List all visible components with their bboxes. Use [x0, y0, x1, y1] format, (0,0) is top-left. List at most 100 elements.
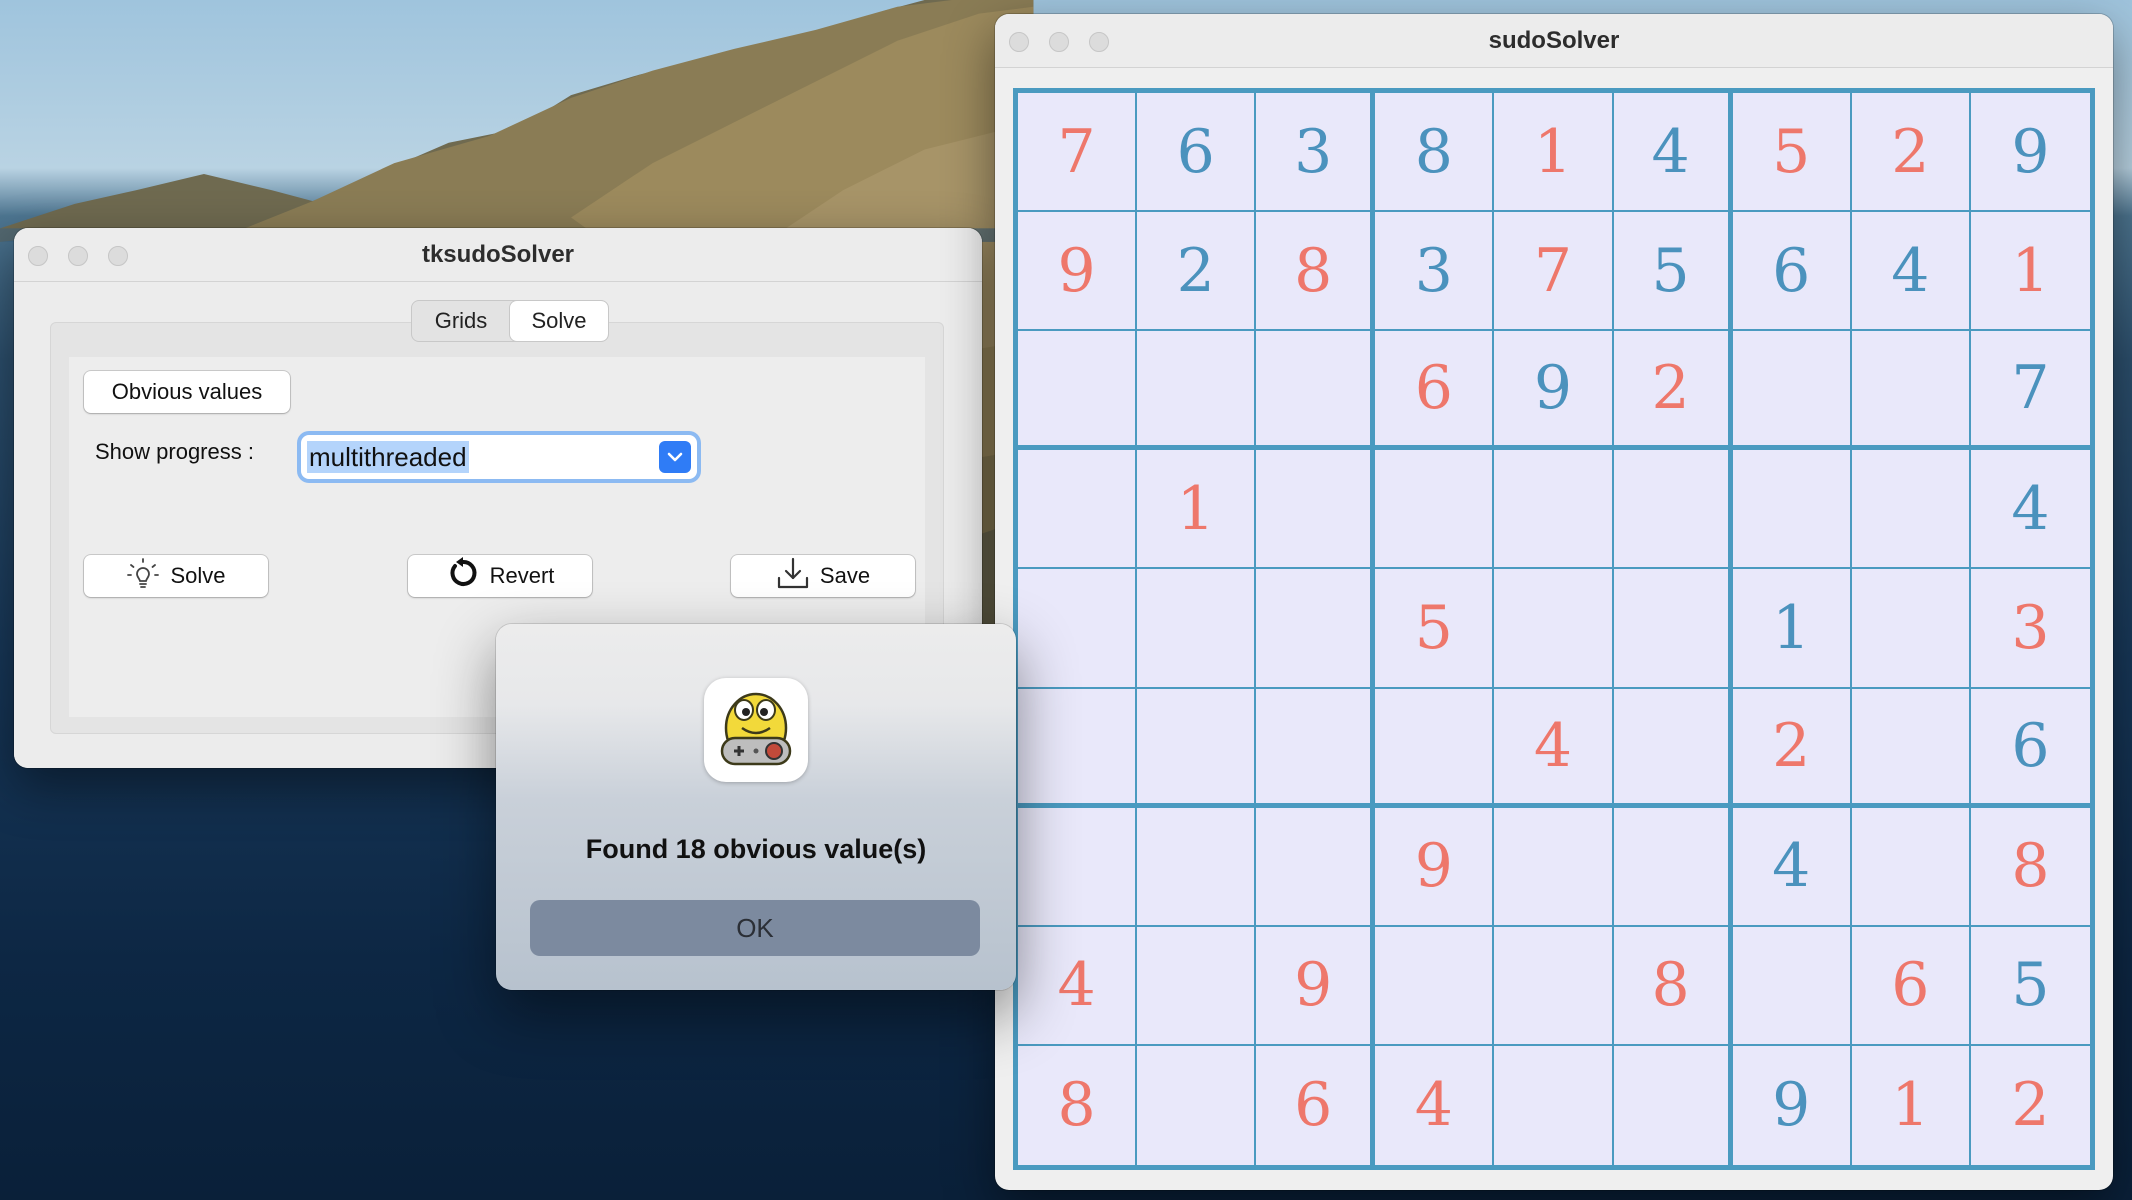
grid-cell[interactable] [1018, 688, 1138, 808]
grid-cell[interactable]: 4 [1970, 450, 2090, 570]
grid-cell[interactable] [1851, 450, 1971, 570]
grid-cell[interactable]: 4 [1375, 1045, 1495, 1165]
grid-cell[interactable] [1256, 569, 1376, 689]
lightbulb-icon [126, 556, 160, 596]
grid-cell[interactable] [1137, 331, 1257, 451]
grid-cell[interactable]: 2 [1732, 688, 1852, 808]
grid-cell[interactable]: 1 [1732, 569, 1852, 689]
grid-cell[interactable]: 5 [1732, 93, 1852, 213]
grid-cell[interactable] [1851, 331, 1971, 451]
grid-cell[interactable] [1494, 807, 1614, 927]
grid-cell[interactable]: 8 [1613, 926, 1733, 1046]
grid-cell[interactable] [1256, 450, 1376, 570]
grid-cell[interactable] [1613, 688, 1733, 808]
grid-cell[interactable]: 3 [1375, 212, 1495, 332]
grid-cell[interactable]: 4 [1018, 926, 1138, 1046]
grid-cell[interactable]: 8 [1018, 1045, 1138, 1165]
grid-cell[interactable]: 9 [1018, 212, 1138, 332]
grid-cell[interactable] [1613, 569, 1733, 689]
grid-cell[interactable]: 9 [1375, 807, 1495, 927]
grid-cell[interactable]: 4 [1732, 807, 1852, 927]
sudosolver-window: sudoSolver 76381452992837564169271451342… [995, 14, 2113, 1190]
grid-cell[interactable]: 1 [1970, 212, 2090, 332]
grid-cell[interactable] [1137, 688, 1257, 808]
grid-cell[interactable]: 2 [1971, 1046, 2090, 1165]
grid-cell[interactable] [1732, 926, 1852, 1046]
grid-cell[interactable]: 3 [1970, 569, 2090, 689]
chevron-down-icon[interactable] [659, 441, 691, 473]
revert-button[interactable]: Revert [408, 555, 592, 597]
grid-cell[interactable] [1494, 569, 1614, 689]
grid-cell[interactable]: 4 [1613, 93, 1733, 213]
grid-cell[interactable] [1732, 450, 1852, 570]
grid-cell[interactable]: 2 [1613, 331, 1733, 451]
grid-cell[interactable] [1375, 688, 1495, 808]
grid-cell[interactable]: 1 [1494, 93, 1614, 213]
grid-cell[interactable]: 5 [1375, 569, 1495, 689]
grid-cell[interactable] [1851, 688, 1971, 808]
download-icon [776, 556, 810, 596]
grid-cell[interactable]: 6 [1256, 1045, 1376, 1165]
grid-cell[interactable] [1018, 331, 1138, 451]
sudo-window-title: sudoSolver [1488, 27, 1620, 54]
dialog-message: Found 18 obvious value(s) [585, 834, 927, 864]
grid-cell[interactable]: 1 [1852, 1045, 1971, 1165]
ok-button[interactable]: OK [530, 900, 980, 956]
grid-cell[interactable] [1851, 569, 1971, 689]
grid-cell[interactable] [1256, 688, 1376, 808]
grid-cell[interactable]: 9 [1256, 926, 1376, 1046]
grid-cell[interactable] [1018, 569, 1138, 689]
grid-cell[interactable]: 4 [1494, 688, 1614, 808]
grid-cell[interactable] [1613, 450, 1733, 570]
grid-cell[interactable]: 6 [1851, 926, 1971, 1046]
grid-cell[interactable] [1613, 807, 1733, 927]
message-dialog: Found 18 obvious value(s) OK [496, 624, 1016, 990]
grid-cell[interactable]: 3 [1256, 93, 1376, 213]
grid-cell[interactable] [1137, 1045, 1257, 1165]
grid-cell[interactable] [1137, 807, 1257, 927]
grid-cell[interactable] [1851, 807, 1971, 927]
grid-cell[interactable] [1375, 450, 1495, 570]
grid-cell[interactable] [1614, 1045, 1733, 1165]
sudoku-grid: 7638145299283756416927145134269484986586… [1013, 88, 2095, 1170]
grid-cell[interactable]: 6 [1732, 212, 1852, 332]
grid-cell[interactable]: 9 [1494, 331, 1614, 451]
grid-cell[interactable]: 6 [1970, 689, 2090, 808]
tab-grids[interactable]: Grids [412, 301, 510, 341]
show-progress-select[interactable]: multithreaded [301, 435, 697, 479]
grid-cell[interactable]: 5 [1970, 927, 2090, 1046]
solve-button[interactable]: Solve [84, 555, 268, 597]
tab-bar: Grids Solve [411, 300, 609, 342]
grid-cell[interactable] [1018, 450, 1138, 570]
grid-cell[interactable]: 4 [1851, 212, 1971, 332]
sudo-titlebar: sudoSolver [995, 14, 2113, 68]
grid-cell[interactable]: 7 [1018, 93, 1138, 213]
grid-cell[interactable]: 7 [1494, 212, 1614, 332]
grid-cell[interactable] [1137, 569, 1257, 689]
grid-cell[interactable] [1494, 450, 1614, 570]
grid-cell[interactable]: 8 [1375, 93, 1495, 213]
grid-cell[interactable] [1375, 926, 1495, 1046]
grid-cell[interactable] [1494, 926, 1614, 1046]
obvious-values-button[interactable]: Obvious values [84, 371, 290, 413]
grid-cell[interactable]: 8 [1970, 808, 2090, 927]
tab-solve[interactable]: Solve [510, 301, 608, 341]
grid-cell[interactable] [1137, 926, 1257, 1046]
grid-cell[interactable] [1018, 807, 1138, 927]
grid-cell[interactable]: 6 [1137, 93, 1257, 213]
grid-cell[interactable]: 9 [1970, 93, 2090, 213]
grid-cell[interactable] [1256, 331, 1376, 451]
tk-titlebar: tksudoSolver [14, 228, 982, 282]
grid-cell[interactable]: 6 [1375, 331, 1495, 451]
grid-cell[interactable] [1256, 807, 1376, 927]
grid-cell[interactable]: 5 [1613, 212, 1733, 332]
grid-cell[interactable]: 1 [1137, 450, 1257, 570]
grid-cell[interactable] [1494, 1045, 1614, 1165]
grid-cell[interactable]: 8 [1256, 212, 1376, 332]
grid-cell[interactable] [1732, 331, 1852, 451]
grid-cell[interactable]: 2 [1137, 212, 1257, 332]
grid-cell[interactable]: 9 [1733, 1045, 1852, 1165]
grid-cell[interactable]: 7 [1970, 331, 2090, 451]
save-button[interactable]: Save [731, 555, 915, 597]
grid-cell[interactable]: 2 [1851, 93, 1971, 213]
